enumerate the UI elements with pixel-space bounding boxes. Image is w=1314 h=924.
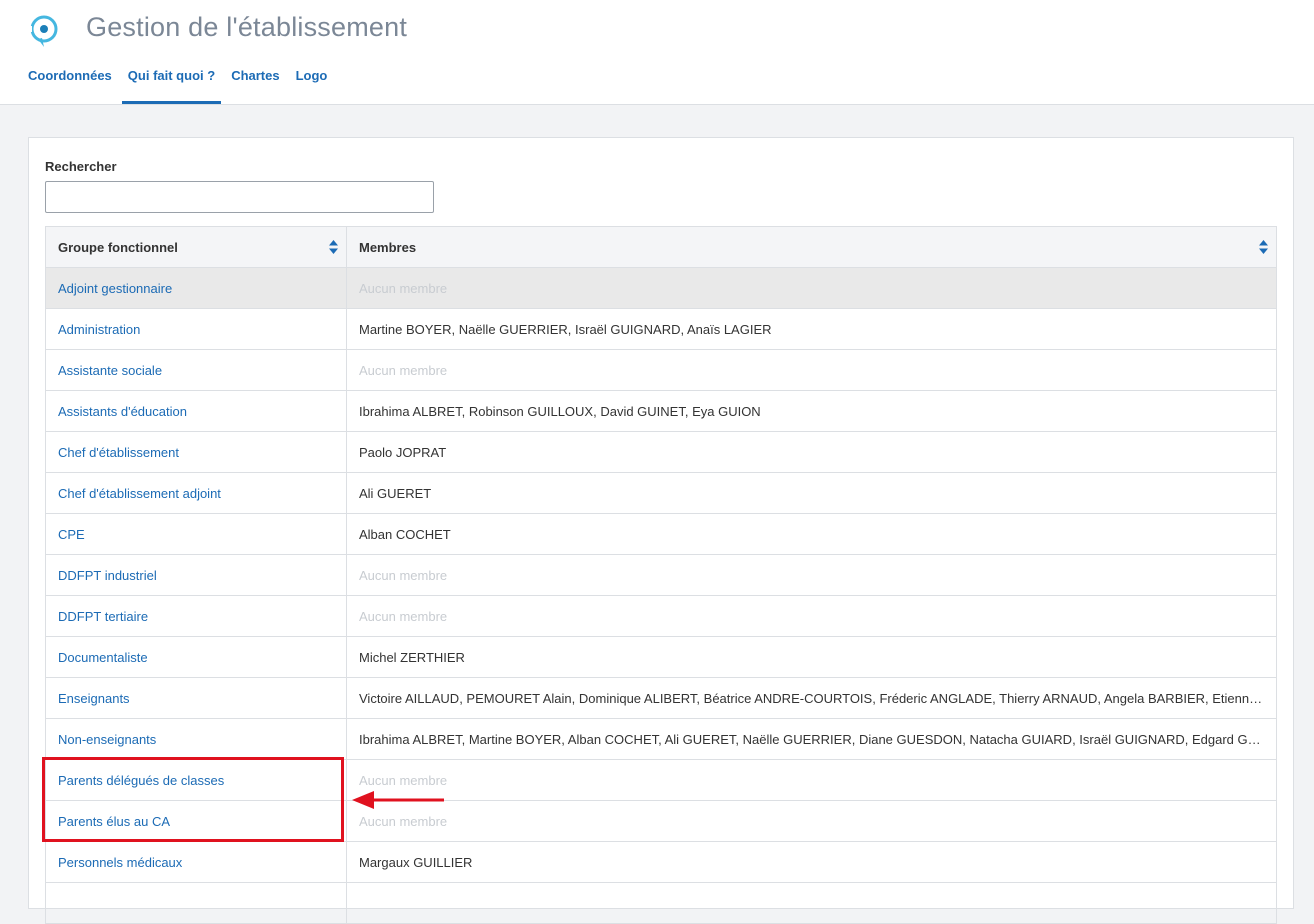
table-row: DDFPT industriel Aucun membre xyxy=(45,554,1277,596)
group-link[interactable]: Personnels médicaux xyxy=(58,855,182,870)
tab-coordonnees[interactable]: Coordonnées xyxy=(22,58,118,104)
group-link[interactable]: Parents délégués de classes xyxy=(58,773,224,788)
group-link[interactable]: Assistants d'éducation xyxy=(58,404,187,419)
members-cell: Aucun membre xyxy=(346,759,1277,801)
table-row: Parents élus au CA Aucun membre xyxy=(45,800,1277,842)
table-row: Non-enseignants Ibrahima ALBRET, Martine… xyxy=(45,718,1277,760)
group-link[interactable]: Parents élus au CA xyxy=(58,814,170,829)
table-row: Parents délégués de classes Aucun membre xyxy=(45,759,1277,801)
members-cell: Ibrahima ALBRET, Martine BOYER, Alban CO… xyxy=(346,718,1277,760)
group-link[interactable]: DDFPT industriel xyxy=(58,568,157,583)
group-link[interactable]: Chef d'établissement adjoint xyxy=(58,486,221,501)
members-cell xyxy=(346,882,1277,924)
table-row: CPE Alban COCHET xyxy=(45,513,1277,555)
members-cell: Margaux GUILLIER xyxy=(346,841,1277,883)
members-cell: Aucun membre xyxy=(346,554,1277,596)
table-row: Chef d'établissement Paolo JOPRAT xyxy=(45,431,1277,473)
group-link[interactable]: Adjoint gestionnaire xyxy=(58,281,172,296)
table-row: Chef d'établissement adjoint Ali GUERET xyxy=(45,472,1277,514)
content-panel: Rechercher Groupe fonctionnel Membres Ad… xyxy=(28,137,1294,924)
table-row: DDFPT tertiaire Aucun membre xyxy=(45,595,1277,637)
members-cell: Alban COCHET xyxy=(346,513,1277,555)
table-row: Personnels médicaux Margaux GUILLIER xyxy=(45,841,1277,883)
group-link[interactable]: Documentaliste xyxy=(58,650,148,665)
members-cell: Ibrahima ALBRET, Robinson GUILLOUX, Davi… xyxy=(346,390,1277,432)
groups-table: Groupe fonctionnel Membres Adjoint gesti… xyxy=(45,226,1277,924)
group-link[interactable]: Chef d'établissement xyxy=(58,445,179,460)
table-row: Assistante sociale Aucun membre xyxy=(45,349,1277,391)
members-cell: Aucun membre xyxy=(346,595,1277,637)
table-row: Documentaliste Michel ZERTHIER xyxy=(45,636,1277,678)
search-label: Rechercher xyxy=(45,159,117,174)
members-cell: Michel ZERTHIER xyxy=(346,636,1277,678)
tab-bar: Coordonnées Qui fait quoi ? Chartes Logo xyxy=(22,58,337,104)
column-header-group[interactable]: Groupe fonctionnel xyxy=(45,226,347,268)
tab-chartes[interactable]: Chartes xyxy=(225,58,285,104)
tab-logo[interactable]: Logo xyxy=(290,58,334,104)
page-header: Gestion de l'établissement Coordonnées Q… xyxy=(0,0,1314,105)
column-header-members[interactable]: Membres xyxy=(346,226,1277,268)
tab-qui-fait-quoi[interactable]: Qui fait quoi ? xyxy=(121,58,222,104)
group-link[interactable]: DDFPT tertiaire xyxy=(58,609,148,624)
group-link[interactable]: Enseignants xyxy=(58,691,130,706)
groups-table-wrapper: Groupe fonctionnel Membres Adjoint gesti… xyxy=(45,226,1277,924)
table-row xyxy=(45,882,1277,924)
sort-icon[interactable] xyxy=(1259,240,1268,254)
members-cell: Aucun membre xyxy=(346,800,1277,842)
column-header-label: Groupe fonctionnel xyxy=(58,239,178,255)
members-cell: Aucun membre xyxy=(346,349,1277,391)
table-header-row: Groupe fonctionnel Membres xyxy=(45,226,1277,268)
members-cell: Victoire AILLAUD, PEMOURET Alain, Domini… xyxy=(346,677,1277,719)
table-row: Adjoint gestionnaire Aucun membre xyxy=(45,267,1277,309)
group-link[interactable]: Administration xyxy=(58,322,140,337)
group-link[interactable]: CPE xyxy=(58,527,85,542)
group-link[interactable]: Non-enseignants xyxy=(58,732,156,747)
group-link[interactable]: Assistante sociale xyxy=(58,363,162,378)
table-row: Assistants d'éducation Ibrahima ALBRET, … xyxy=(45,390,1277,432)
location-pin-icon xyxy=(28,15,58,47)
table-row: Enseignants Victoire AILLAUD, PEMOURET A… xyxy=(45,677,1277,719)
members-cell: Aucun membre xyxy=(346,267,1277,309)
members-cell: Paolo JOPRAT xyxy=(346,431,1277,473)
members-cell: Martine BOYER, Naëlle GUERRIER, Israël G… xyxy=(346,308,1277,350)
members-cell: Ali GUERET xyxy=(346,472,1277,514)
table-row: Administration Martine BOYER, Naëlle GUE… xyxy=(45,308,1277,350)
page-title: Gestion de l'établissement xyxy=(86,12,408,42)
search-input[interactable] xyxy=(45,181,434,213)
column-header-label: Membres xyxy=(359,239,417,255)
sort-icon[interactable] xyxy=(329,240,338,254)
